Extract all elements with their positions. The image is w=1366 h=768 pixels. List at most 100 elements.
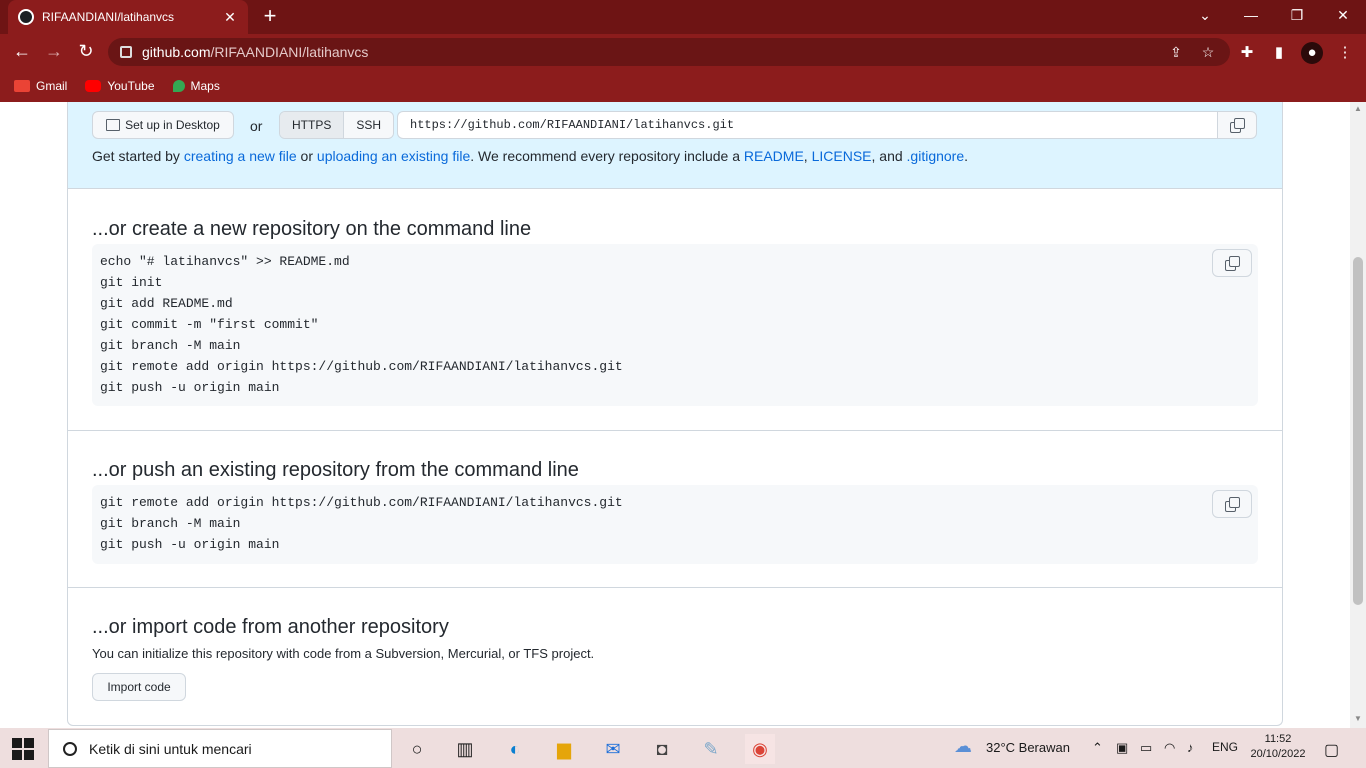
tab-search-icon[interactable]: ⌄ [1182, 4, 1228, 28]
tab-strip: RIFAANDIANI/latihanvcs ✕ + ⌄ — ❐ ✕ [0, 0, 1366, 34]
https-button[interactable]: HTTPS [280, 112, 345, 138]
maps-icon [172, 80, 185, 92]
camera-icon[interactable]: ◘ [647, 734, 677, 764]
taskbar-search-placeholder: Ketik di sini untuk mencari [89, 740, 252, 757]
language-indicator[interactable]: ENG [1212, 740, 1238, 754]
create-repo-code[interactable]: echo "# latihanvcs" >> README.md git ini… [92, 244, 1258, 406]
scroll-up-icon[interactable]: ▲ [1353, 104, 1363, 114]
new-tab-button[interactable]: + [258, 5, 282, 29]
bookmark-maps[interactable]: Maps [172, 79, 220, 93]
get-started-text: Get started by creating a new file or up… [92, 148, 968, 164]
code-line: git add README.md [100, 296, 233, 311]
volume-icon[interactable]: ♪ [1187, 740, 1194, 755]
edge-icon[interactable]: ◐ [500, 734, 530, 764]
windows-start-icon[interactable] [12, 738, 34, 760]
bookmark-youtube[interactable]: YouTube [85, 79, 155, 93]
or-label: or [250, 118, 263, 134]
mail-icon[interactable]: ✉ [598, 734, 628, 764]
wifi-icon[interactable]: ◠ [1164, 740, 1175, 756]
license-link[interactable]: LICENSE [812, 148, 872, 164]
side-panel-icon[interactable]: ▮ [1268, 42, 1290, 64]
desktop-download-icon [106, 119, 121, 131]
search-icon [63, 741, 77, 756]
get-started-text-part: , and [871, 148, 907, 164]
copy-clone-url-button[interactable] [1217, 111, 1257, 139]
minimize-button[interactable]: — [1228, 4, 1274, 28]
page-viewport: Set up in Desktop or HTTPS SSH https://g… [0, 102, 1350, 728]
get-started-text-part: , [803, 148, 812, 164]
share-icon[interactable]: ⇪ [1166, 42, 1186, 62]
push-repo-section: ...or push an existing repository from t… [68, 431, 1282, 588]
quick-setup-panel: Set up in Desktop or HTTPS SSH https://g… [68, 102, 1282, 189]
code-line: git branch -M main [100, 516, 241, 531]
youtube-icon [85, 80, 102, 92]
get-started-text-part: or [296, 148, 317, 164]
paint-icon[interactable]: ✎ [696, 734, 726, 764]
copy-create-commands-button[interactable] [1212, 249, 1252, 277]
cortana-icon[interactable]: ○ [402, 734, 432, 764]
file-explorer-icon[interactable]: ▆ [549, 734, 579, 764]
address-bar[interactable]: github.com/RIFAANDIANI/latihanvcs [108, 38, 1230, 66]
code-line: git push -u origin main [100, 380, 280, 395]
import-title: ...or import code from another repositor… [92, 616, 449, 638]
reload-icon[interactable]: ↻ [74, 40, 98, 64]
bookmark-star-icon[interactable]: ☆ [1198, 42, 1218, 62]
import-code-button[interactable]: Import code [92, 673, 186, 701]
battery-icon[interactable]: ▭ [1140, 740, 1152, 756]
chrome-icon[interactable]: ◉ [745, 734, 775, 764]
bookmark-gmail[interactable]: Gmail [14, 79, 67, 93]
weather-text[interactable]: 32°C Berawan [986, 740, 1070, 755]
create-repo-section: ...or create a new repository on the com… [68, 190, 1282, 431]
get-started-text-part: Get started by [92, 148, 184, 164]
setup-desktop-label: Set up in Desktop [125, 118, 220, 132]
scroll-thumb[interactable] [1353, 257, 1363, 605]
task-view-icon[interactable]: ▥ [450, 734, 480, 764]
clone-url-input[interactable]: https://github.com/RIFAANDIANI/latihanvc… [397, 111, 1217, 139]
upload-file-link[interactable]: uploading an existing file [317, 148, 470, 164]
url-host: github.com [142, 44, 211, 60]
meet-now-icon[interactable]: ▣ [1116, 740, 1128, 756]
bookmark-label: YouTube [107, 79, 155, 93]
page-scrollbar[interactable]: ▲ ▼ [1350, 102, 1366, 728]
setup-desktop-button[interactable]: Set up in Desktop [92, 111, 234, 139]
create-new-file-link[interactable]: creating a new file [184, 148, 297, 164]
forward-icon[interactable]: → [42, 40, 66, 64]
notifications-icon[interactable]: ▢ [1324, 740, 1339, 760]
readme-link[interactable]: README [744, 148, 804, 164]
browser-tab[interactable]: RIFAANDIANI/latihanvcs ✕ [8, 0, 248, 34]
github-favicon-icon [18, 9, 34, 25]
profile-avatar[interactable]: ● [1301, 42, 1323, 64]
ssh-button[interactable]: SSH [344, 112, 394, 138]
close-tab-icon[interactable]: ✕ [222, 9, 238, 26]
taskbar-clock[interactable]: 11:52 20/10/2022 [1248, 732, 1308, 762]
url-path: /RIFAANDIANI/latihanvcs [210, 44, 369, 60]
gmail-icon [14, 80, 30, 92]
menu-icon[interactable]: ⋮ [1334, 42, 1356, 64]
code-line: git remote add origin https://github.com… [100, 359, 623, 374]
show-hidden-icons-icon[interactable]: ⌃ [1092, 740, 1103, 756]
push-repo-title: ...or push an existing repository from t… [92, 459, 579, 481]
weather-icon[interactable]: ☁ [954, 736, 972, 757]
code-line: git commit -m "first commit" [100, 317, 319, 332]
tab-title: RIFAANDIANI/latihanvcs [42, 10, 175, 24]
code-line: git init [100, 275, 163, 290]
copy-icon [1225, 497, 1240, 512]
bookmark-label: Maps [190, 79, 220, 93]
back-icon[interactable]: ← [10, 40, 34, 64]
restore-button[interactable]: ❐ [1274, 4, 1320, 28]
push-repo-code[interactable]: git remote add origin https://github.com… [92, 485, 1258, 564]
extensions-icon[interactable]: ✚ [1236, 42, 1258, 64]
taskbar-search-box[interactable]: Ketik di sini untuk mencari [48, 729, 392, 768]
protocol-toggle: HTTPS SSH [279, 111, 395, 139]
lock-icon[interactable] [120, 46, 132, 58]
copy-push-commands-button[interactable] [1212, 490, 1252, 518]
bookmark-label: Gmail [36, 79, 68, 93]
scroll-down-icon[interactable]: ▼ [1353, 714, 1363, 724]
clock-date: 20/10/2022 [1250, 748, 1306, 760]
code-line: git push -u origin main [100, 537, 280, 552]
code-line: echo "# latihanvcs" >> README.md [100, 254, 350, 269]
copy-icon [1225, 256, 1240, 271]
close-window-button[interactable]: ✕ [1320, 4, 1366, 28]
code-line: git remote add origin https://github.com… [100, 495, 623, 510]
gitignore-link[interactable]: .gitignore [907, 148, 965, 164]
